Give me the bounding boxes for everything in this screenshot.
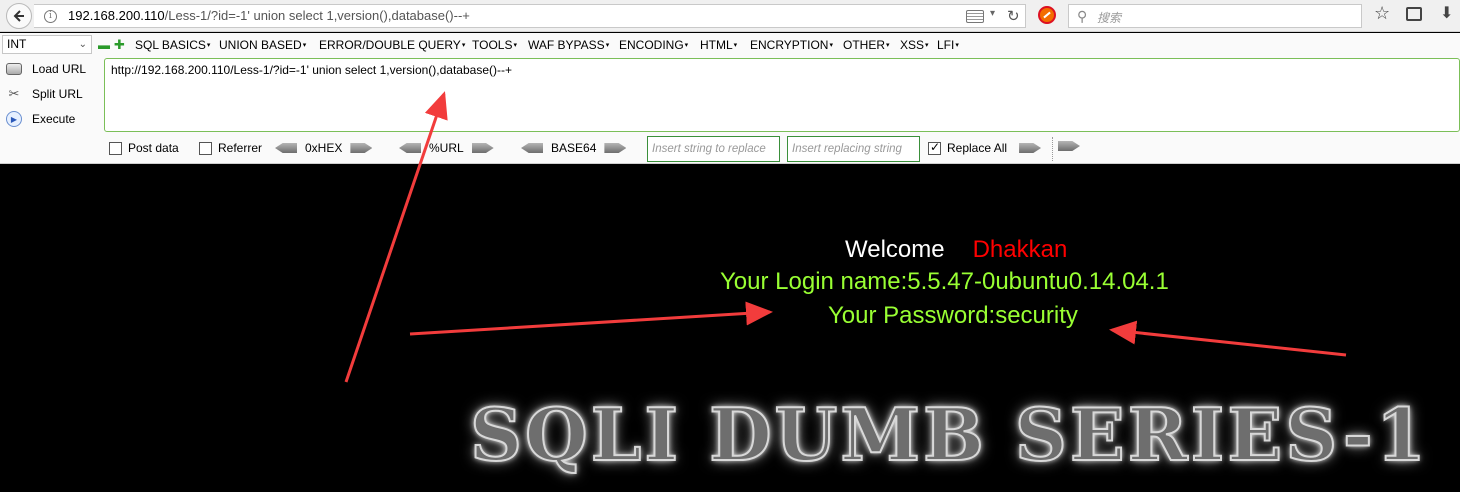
base64-decode-arrow-icon[interactable]	[521, 143, 543, 153]
load-url-label: Load URL	[32, 62, 87, 76]
replace-all-option: Replace All	[928, 140, 1042, 155]
menu-encryption[interactable]: ENCRYPTION▾	[750, 38, 833, 52]
info-icon[interactable]: i	[44, 10, 57, 23]
replace-arrow-icon[interactable]	[1019, 143, 1042, 153]
replace-right-option	[1058, 141, 1080, 151]
password-result: Your Password:security	[828, 302, 1078, 329]
menu-label: ENCODING	[619, 38, 684, 52]
divider	[1052, 137, 1053, 161]
menu-label: LFI	[937, 38, 955, 52]
post-data-check[interactable]	[109, 141, 122, 155]
increase-icon[interactable]: ✚	[114, 37, 125, 53]
url-encode-arrow-icon[interactable]	[471, 143, 494, 153]
menu-label: XSS	[900, 38, 925, 52]
hackbar: INT ⌄ ▬ ✚ SQL BASICS▾ UNION BASED▾ ERROR…	[0, 33, 1460, 164]
url-decode-arrow-icon[interactable]	[399, 143, 421, 153]
menu-xss[interactable]: XSS▾	[900, 38, 929, 52]
block-icon[interactable]	[1038, 6, 1056, 24]
browser-navbar: i 192.168.200.110/Less-1/?id=-1' union s…	[0, 0, 1460, 32]
arrow-to-login	[409, 301, 773, 336]
url-encoder: %URL	[399, 141, 494, 155]
menu-label: WAF BYPASS	[528, 38, 605, 52]
star-icon[interactable]: ☆	[1374, 3, 1390, 24]
referrer-checkbox[interactable]: Referrer	[199, 141, 262, 155]
play-icon: ▶	[6, 111, 22, 127]
replace-all-check[interactable]	[928, 140, 941, 155]
referrer-label: Referrer	[218, 141, 263, 155]
hex-encoder: 0xHEX	[275, 141, 373, 155]
search-placeholder: 搜索	[1097, 11, 1122, 25]
url-path: /Less-1/?id=-1' union select 1,version()…	[164, 8, 470, 23]
dropdown-icon[interactable]: ▾	[990, 8, 995, 19]
welcome-text: Welcome	[845, 236, 945, 263]
menu-error-double-query[interactable]: ERROR/DOUBLE QUERY▾	[319, 38, 465, 52]
execute-button[interactable]: ▶ Execute	[6, 109, 75, 129]
execute-label: Execute	[32, 112, 76, 126]
menu-encoding[interactable]: ENCODING▾	[619, 38, 688, 52]
menu-union-based[interactable]: UNION BASED▾	[219, 38, 306, 52]
hex-encode-arrow-icon[interactable]	[350, 143, 373, 153]
arrow-to-password	[1109, 320, 1347, 357]
base64-encode-arrow-icon[interactable]	[604, 143, 627, 153]
url-textarea[interactable]: http://192.168.200.110/Less-1/?id=-1' un…	[104, 58, 1460, 132]
user-name: Dhakkan	[972, 236, 1068, 263]
post-data-checkbox[interactable]: Post data	[109, 141, 179, 155]
address-text[interactable]: 192.168.200.110/Less-1/?id=-1' union sel…	[68, 8, 470, 23]
menu-label: HTML	[700, 38, 733, 52]
base64-encoder: BASE64	[521, 141, 627, 155]
reader-icon[interactable]	[966, 10, 984, 23]
menu-label: TOOLS	[472, 38, 513, 52]
split-url-button[interactable]: ✂ Split URL	[6, 84, 83, 104]
post-data-label: Post data	[128, 141, 179, 155]
back-icon	[13, 10, 24, 22]
menu-label: ENCRYPTION	[750, 38, 829, 52]
menu-waf-bypass[interactable]: WAF BYPASS▾	[528, 38, 609, 52]
url-host: 192.168.200.110	[68, 8, 165, 23]
menu-label: SQL BASICS	[135, 38, 206, 52]
url-enc-label: %URL	[429, 141, 464, 155]
scissors-icon: ✂	[8, 86, 20, 101]
replacing-string-input[interactable]: Insert replacing string	[787, 136, 920, 162]
reload-icon[interactable]: ↻	[1007, 7, 1020, 25]
search-bar[interactable]: ⚲ 搜索	[1068, 4, 1362, 28]
download-icon[interactable]: ⬇	[1440, 3, 1453, 23]
decrease-icon[interactable]: ▬	[98, 38, 110, 52]
replace-all-label: Replace All	[947, 141, 1008, 155]
address-bar[interactable]: i 192.168.200.110/Less-1/?id=-1' union s…	[34, 4, 1026, 28]
type-select-value: INT	[7, 37, 27, 51]
library-icon[interactable]	[1406, 7, 1422, 21]
search-icon: ⚲	[1077, 8, 1088, 24]
referrer-check[interactable]	[199, 141, 212, 155]
menu-lfi[interactable]: LFI▾	[937, 38, 959, 52]
menu-label: OTHER	[843, 38, 885, 52]
replace-string-input[interactable]: Insert string to replace	[647, 136, 780, 162]
load-url-icon	[6, 63, 22, 75]
split-url-label: Split URL	[32, 87, 83, 101]
hex-label: 0xHEX	[305, 141, 343, 155]
chevron-down-icon: ⌄	[78, 39, 87, 50]
load-url-button[interactable]: Load URL	[6, 59, 86, 79]
menu-html[interactable]: HTML▾	[700, 38, 737, 52]
sqli-banner: SQLI DUMB SERIES-1	[469, 391, 1429, 478]
login-name-result: Your Login name:5.5.47-0ubuntu0.14.04.1	[720, 268, 1169, 295]
hex-decode-arrow-icon[interactable]	[275, 143, 297, 153]
base64-label: BASE64	[551, 141, 597, 155]
welcome-line: Welcome Dhakkan	[845, 236, 1067, 264]
menu-label: UNION BASED	[219, 38, 302, 52]
replace-right-arrow-icon[interactable]	[1058, 141, 1080, 151]
menu-sql-basics[interactable]: SQL BASICS▾	[135, 38, 210, 52]
type-select[interactable]: INT ⌄	[2, 35, 92, 54]
menu-other[interactable]: OTHER▾	[843, 38, 890, 52]
back-button[interactable]	[6, 3, 32, 29]
menu-tools[interactable]: TOOLS▾	[472, 38, 517, 52]
menu-label: ERROR/DOUBLE QUERY	[319, 38, 461, 52]
